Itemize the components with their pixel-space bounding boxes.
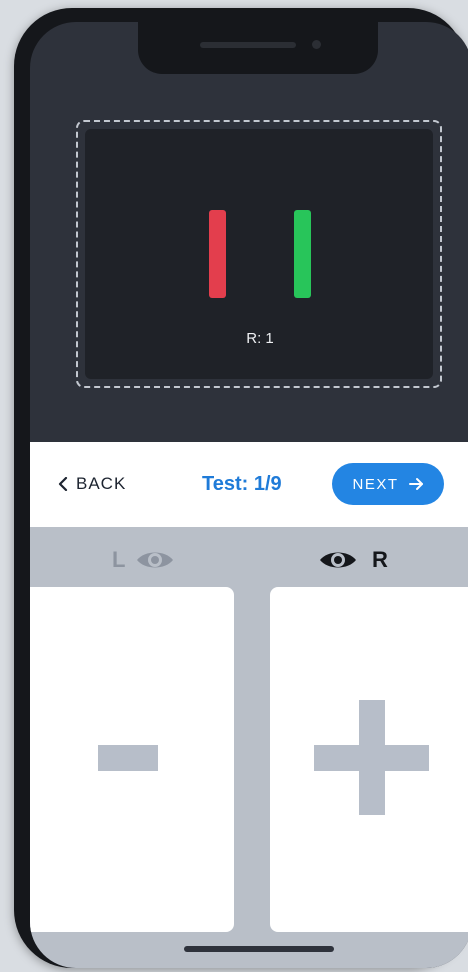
control-bar: BACK Test: 1/9 NEXT [30,442,468,527]
left-eye-toggle[interactable]: L [112,547,175,573]
eye-panel: L R [30,527,468,968]
speaker-icon [200,42,296,48]
camera-icon [312,40,321,49]
right-green-bar [294,210,311,298]
phone-frame: R: 1 BACK Test: 1/9 NEXT L R [14,8,468,968]
test-progress: Test: 1/9 [202,473,282,495]
next-button[interactable]: NEXT [332,463,444,505]
phone-screen: R: 1 BACK Test: 1/9 NEXT L R [30,22,468,968]
arrow-right-icon [408,478,423,490]
plus-icon-vertical [359,700,385,815]
eye-icon [320,552,356,568]
minus-icon [98,745,158,771]
notch [138,22,378,74]
left-eye-label: L [112,547,126,572]
increase-button[interactable] [270,587,468,932]
chevron-left-icon [58,477,68,491]
right-eye-toggle[interactable]: R [318,547,388,573]
decrease-button[interactable] [30,587,234,932]
next-label: NEXT [352,475,399,493]
back-button[interactable]: BACK [58,470,126,498]
eye-icon [137,552,174,568]
right-eye-label: R [372,547,388,572]
left-red-bar [209,210,226,298]
back-label: BACK [76,474,127,493]
readout-text: R: 1 [246,330,274,347]
home-indicator[interactable] [184,946,334,952]
